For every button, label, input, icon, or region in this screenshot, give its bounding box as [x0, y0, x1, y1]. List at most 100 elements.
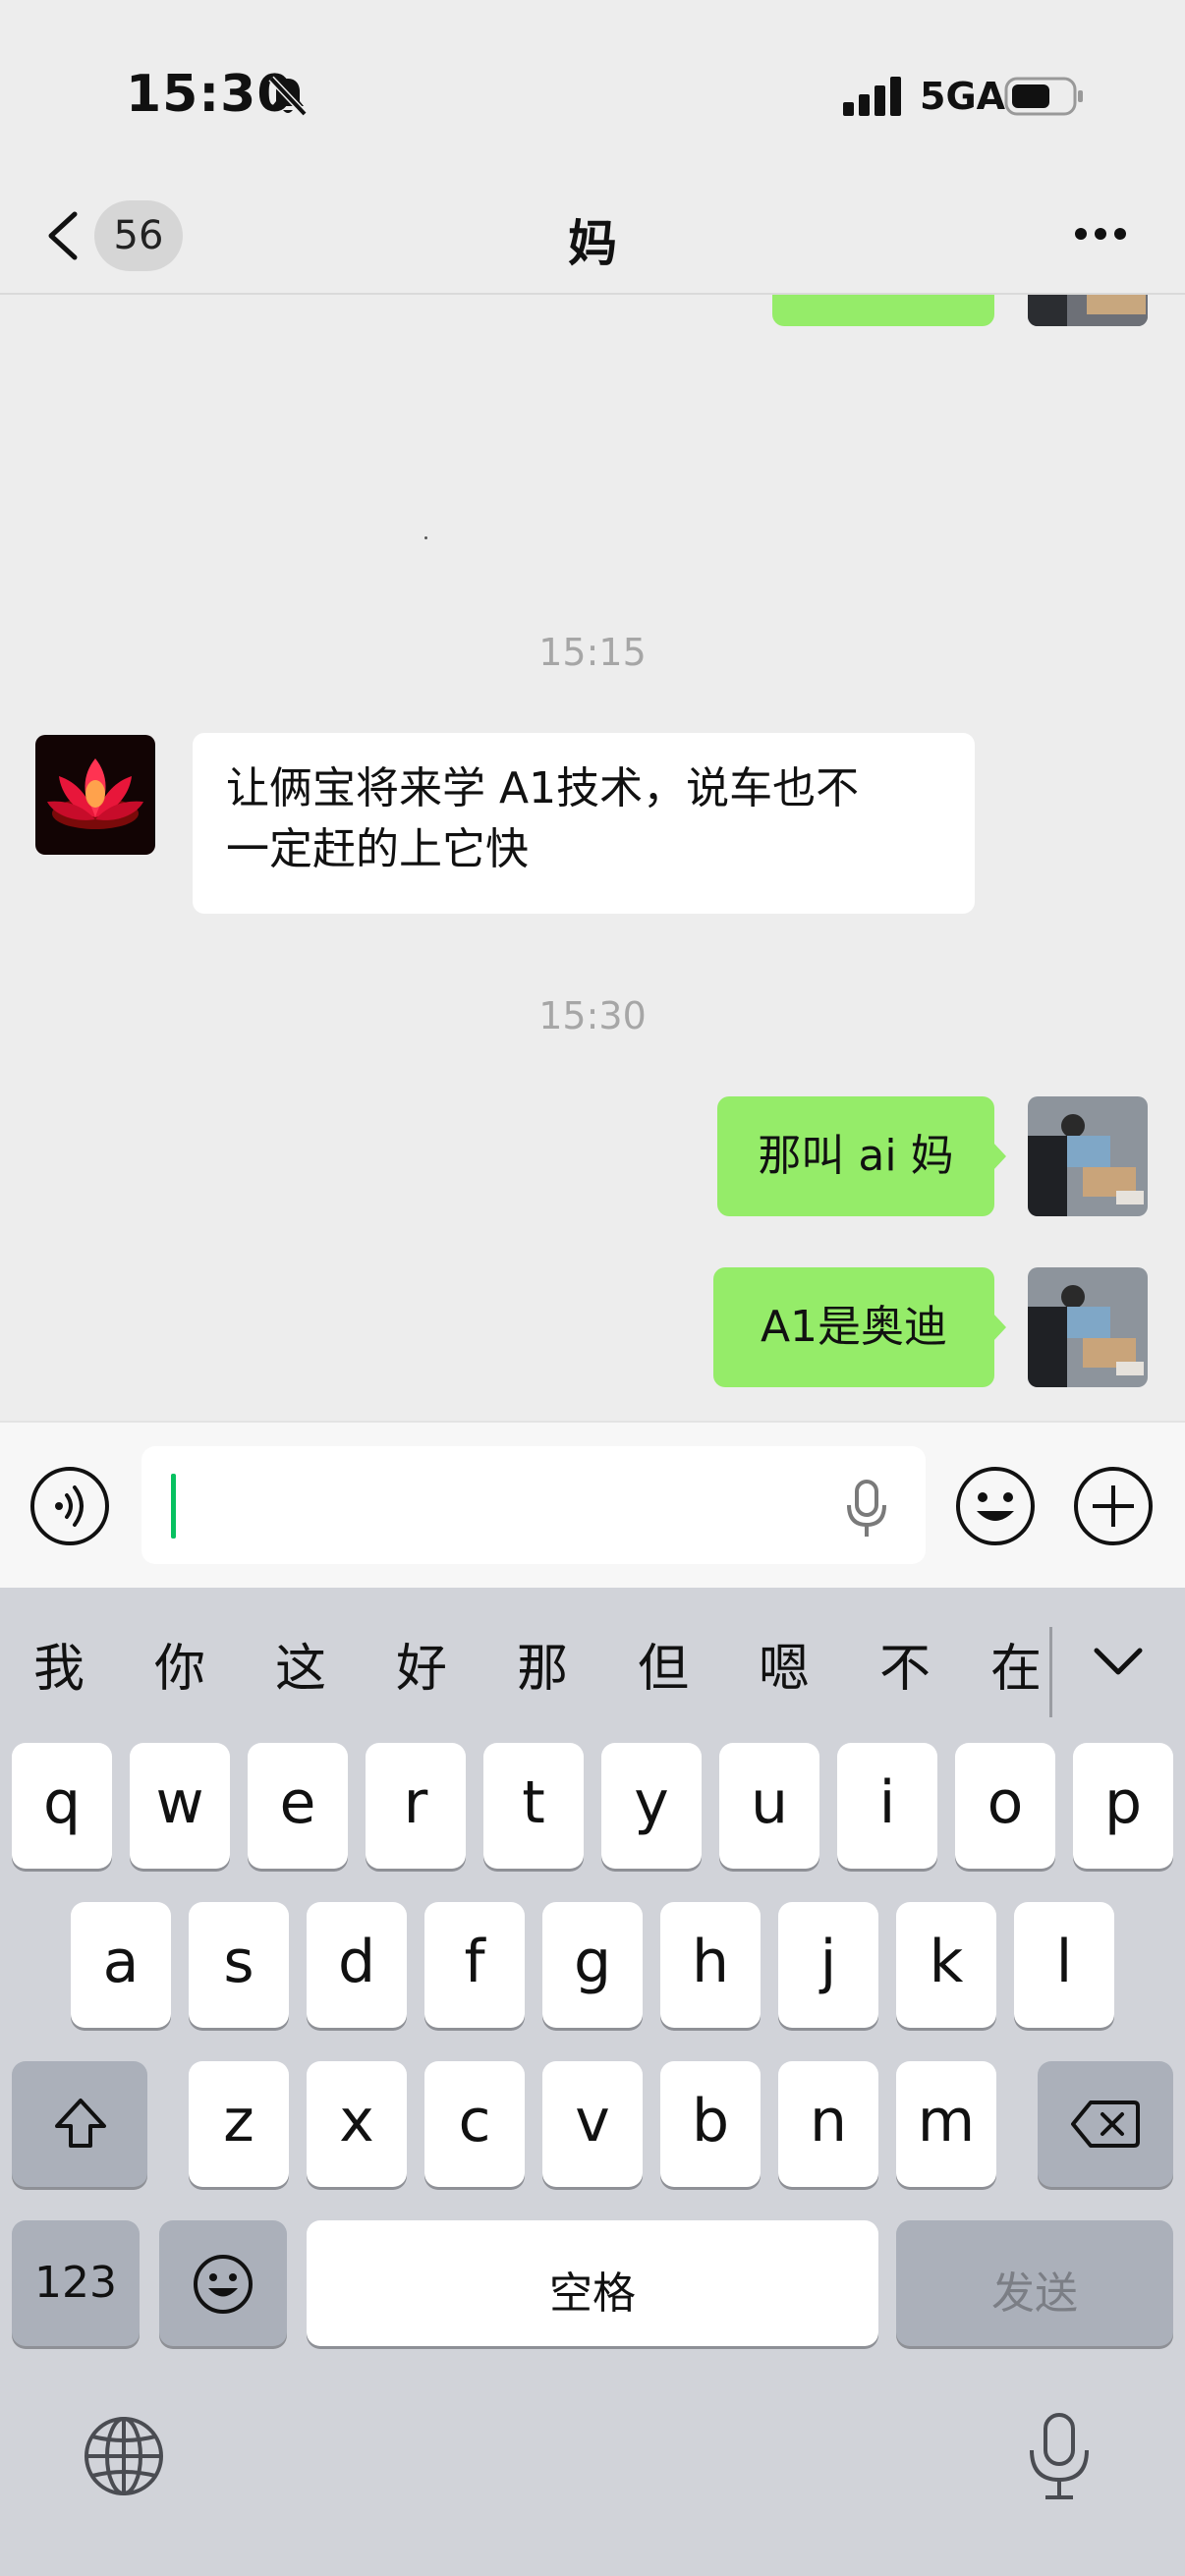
person-photo-icon	[1028, 295, 1148, 326]
key-label: p	[1103, 1768, 1143, 1837]
key-c[interactable]: c	[424, 2061, 525, 2187]
key-label: v	[575, 2087, 610, 2156]
text-cursor	[171, 1474, 176, 1539]
key-o[interactable]: o	[955, 1743, 1055, 1869]
key-label: k	[929, 1928, 964, 1996]
key-p[interactable]: p	[1073, 1743, 1173, 1869]
key-label: s	[223, 1928, 254, 1996]
key-d[interactable]: d	[307, 1902, 407, 2028]
battery-icon	[1004, 77, 1083, 116]
my-avatar[interactable]	[1028, 1096, 1148, 1216]
lotus-flower-icon	[35, 735, 155, 855]
dot-artifact	[424, 536, 427, 539]
candidate-word[interactable]: 我	[20, 1627, 98, 1701]
key-label: q	[42, 1768, 82, 1837]
message-bubble-outgoing[interactable]: A1是奥迪	[713, 1267, 994, 1387]
key-i[interactable]: i	[837, 1743, 937, 1869]
bubble-tail-icon	[992, 1142, 1006, 1171]
message-input-bar	[0, 1421, 1185, 1588]
cellular-signal-icon	[843, 77, 901, 116]
more-options-button[interactable]	[1071, 218, 1130, 253]
key-k[interactable]: k	[896, 1902, 996, 2028]
key-b[interactable]: b	[660, 2061, 761, 2187]
key-f[interactable]: f	[424, 1902, 525, 2028]
key-label: z	[223, 2087, 254, 2156]
key-label: t	[522, 1768, 545, 1837]
numbers-key[interactable]: 123	[12, 2220, 140, 2346]
key-r[interactable]: r	[366, 1743, 466, 1869]
message-text-input[interactable]	[141, 1446, 926, 1564]
chat-title: 妈	[568, 215, 617, 272]
key-label: j	[819, 1928, 837, 1996]
candidate-word[interactable]: 那	[503, 1627, 582, 1701]
key-label: m	[917, 2087, 976, 2156]
key-label: 发送	[991, 2268, 1078, 2319]
key-h[interactable]: h	[660, 1902, 761, 2028]
space-key[interactable]: 空格	[307, 2220, 878, 2346]
message-bubble-incoming[interactable]: 让俩宝将来学 A1技术，说车也不 一定赶的上它快	[193, 733, 975, 914]
candidate-word[interactable]: 不	[866, 1627, 944, 1701]
key-label: w	[155, 1768, 204, 1837]
key-u[interactable]: u	[719, 1743, 819, 1869]
key-x[interactable]: x	[307, 2061, 407, 2187]
key-m[interactable]: m	[896, 2061, 996, 2187]
candidate-word[interactable]: 这	[261, 1627, 340, 1701]
key-l[interactable]: l	[1014, 1902, 1114, 2028]
message-text: 那叫 ai 妈	[758, 1131, 954, 1181]
my-avatar[interactable]	[1028, 295, 1148, 326]
key-label: i	[878, 1768, 896, 1837]
key-label: h	[691, 1928, 730, 1996]
key-z[interactable]: z	[189, 2061, 289, 2187]
status-bar: 15:30 5GA	[0, 0, 1185, 177]
candidate-word[interactable]: 好	[382, 1627, 461, 1701]
key-v[interactable]: v	[542, 2061, 643, 2187]
voice-mode-icon[interactable]	[29, 1466, 110, 1546]
message-list[interactable]: 15:15 让俩宝将来学 A1技术，说车也不 一定赶的上它快 15:30 那叫 …	[0, 295, 1185, 1421]
key-a[interactable]: a	[71, 1902, 171, 2028]
key-q[interactable]: q	[12, 1743, 112, 1869]
emoji-icon[interactable]	[955, 1466, 1036, 1546]
key-y[interactable]: y	[601, 1743, 702, 1869]
candidate-word[interactable]: 你	[141, 1627, 219, 1701]
key-e[interactable]: e	[248, 1743, 348, 1869]
key-label: d	[337, 1928, 376, 1996]
message-bubble-outgoing[interactable]: 那叫 ai 妈	[717, 1096, 994, 1216]
key-label: g	[573, 1928, 612, 1996]
microphone-icon[interactable]	[1026, 2411, 1093, 2503]
emoji-face-icon	[194, 2255, 253, 2314]
contact-avatar[interactable]	[35, 735, 155, 855]
chat-header: 56 妈	[0, 177, 1185, 295]
key-label: y	[634, 1768, 669, 1837]
key-t[interactable]: t	[483, 1743, 584, 1869]
candidate-word[interactable]: 在	[987, 1627, 1045, 1701]
my-avatar[interactable]	[1028, 1267, 1148, 1387]
key-label: u	[750, 1768, 789, 1837]
backspace-key[interactable]	[1038, 2061, 1173, 2187]
chevron-down-icon[interactable]	[1091, 1643, 1146, 1682]
key-label: n	[809, 2087, 848, 2156]
key-label: r	[403, 1768, 428, 1837]
key-w[interactable]: w	[130, 1743, 230, 1869]
key-g[interactable]: g	[542, 1902, 643, 2028]
key-j[interactable]: j	[778, 1902, 878, 2028]
send-key[interactable]: 发送	[896, 2220, 1173, 2346]
key-s[interactable]: s	[189, 1902, 289, 2028]
candidate-word[interactable]: 但	[624, 1627, 703, 1701]
message-text-line: 一定赶的上它快	[226, 824, 529, 874]
add-more-icon[interactable]	[1073, 1466, 1154, 1546]
message-text-line: 让俩宝将来学 A1技术，说车也不	[226, 763, 860, 813]
keyboard: 我 你 这 好 那 但 嗯 不 在 q w e r t y u i o p a …	[0, 1588, 1185, 2576]
message-bubble-partial[interactable]	[772, 295, 994, 326]
microphone-icon[interactable]	[845, 1480, 888, 1539]
more-dot-icon	[1075, 228, 1087, 240]
key-n[interactable]: n	[778, 2061, 878, 2187]
shift-key[interactable]	[12, 2061, 147, 2187]
emoji-key[interactable]	[159, 2220, 287, 2346]
key-label: a	[102, 1928, 140, 1996]
candidate-word[interactable]: 嗯	[745, 1627, 823, 1701]
bell-muted-icon	[268, 76, 308, 117]
globe-icon[interactable]	[83, 2415, 165, 2497]
key-label: l	[1055, 1928, 1073, 1996]
bubble-tail-icon	[992, 1313, 1006, 1342]
more-dot-icon	[1095, 228, 1106, 240]
